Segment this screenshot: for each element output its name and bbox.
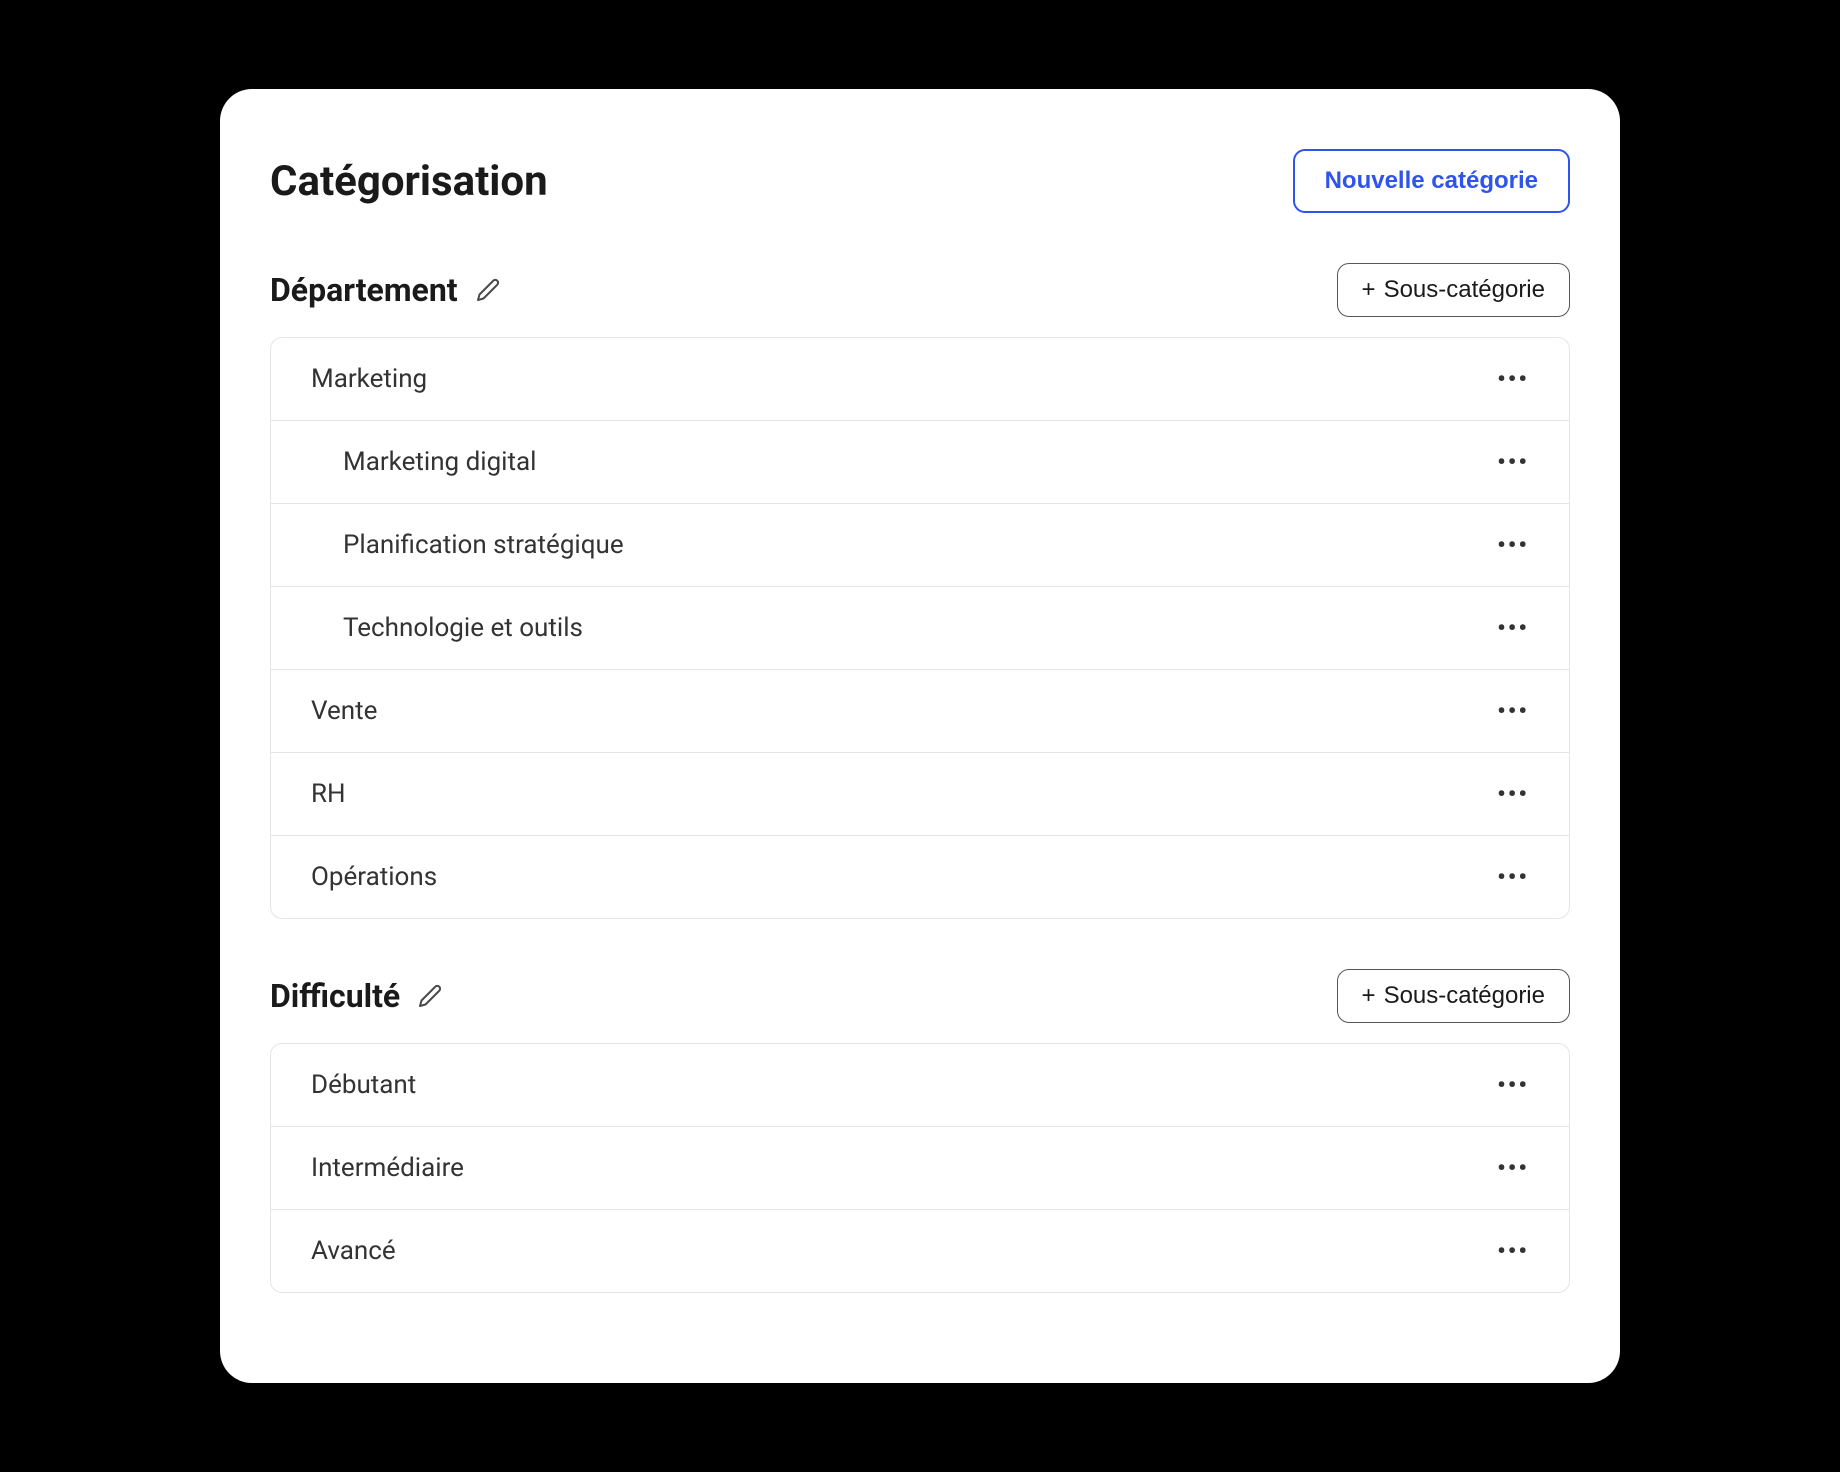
more-icon[interactable]: ••• bbox=[1497, 531, 1529, 559]
list-item-label: Planification stratégique bbox=[343, 530, 624, 560]
categorization-card: Catégorisation Nouvelle catégorie Départ… bbox=[220, 89, 1620, 1383]
add-subcategory-button[interactable]: + Sous-catégorie bbox=[1337, 969, 1570, 1023]
list-item-label: RH bbox=[311, 779, 346, 809]
add-subcategory-label: Sous-catégorie bbox=[1384, 276, 1545, 304]
list-item[interactable]: Avancé ••• bbox=[271, 1210, 1569, 1292]
more-icon[interactable]: ••• bbox=[1497, 1237, 1529, 1265]
list-item-label: Intermédiaire bbox=[311, 1153, 464, 1183]
section-title: Département bbox=[270, 271, 458, 309]
section-title-wrap: Département bbox=[270, 271, 500, 309]
list-item[interactable]: Intermédiaire ••• bbox=[271, 1127, 1569, 1210]
list-item[interactable]: Marketing ••• bbox=[271, 338, 1569, 421]
list-item[interactable]: Marketing digital ••• bbox=[271, 421, 1569, 504]
more-icon[interactable]: ••• bbox=[1497, 863, 1529, 891]
section-title: Difficulté bbox=[270, 977, 400, 1015]
list-item-label: Marketing digital bbox=[343, 447, 536, 477]
list-item[interactable]: Planification stratégique ••• bbox=[271, 504, 1569, 587]
category-list-difficulte: Débutant ••• Intermédiaire ••• Avancé ••… bbox=[270, 1043, 1570, 1293]
list-item-label: Opérations bbox=[311, 862, 437, 892]
new-category-button[interactable]: Nouvelle catégorie bbox=[1293, 149, 1570, 213]
section-header-departement: Département + Sous-catégorie bbox=[270, 263, 1570, 317]
page-title: Catégorisation bbox=[270, 157, 548, 206]
list-item-label: Vente bbox=[311, 696, 377, 726]
plus-icon: + bbox=[1362, 278, 1376, 302]
list-item[interactable]: Débutant ••• bbox=[271, 1044, 1569, 1127]
more-icon[interactable]: ••• bbox=[1497, 1071, 1529, 1099]
more-icon[interactable]: ••• bbox=[1497, 614, 1529, 642]
more-icon[interactable]: ••• bbox=[1497, 1154, 1529, 1182]
list-item-label: Technologie et outils bbox=[343, 613, 583, 643]
category-list-departement: Marketing ••• Marketing digital ••• Plan… bbox=[270, 337, 1570, 919]
section-header-difficulte: Difficulté + Sous-catégorie bbox=[270, 969, 1570, 1023]
add-subcategory-label: Sous-catégorie bbox=[1384, 982, 1545, 1010]
more-icon[interactable]: ••• bbox=[1497, 780, 1529, 808]
list-item-label: Débutant bbox=[311, 1070, 416, 1100]
list-item[interactable]: RH ••• bbox=[271, 753, 1569, 836]
section-title-wrap: Difficulté bbox=[270, 977, 442, 1015]
add-subcategory-button[interactable]: + Sous-catégorie bbox=[1337, 263, 1570, 317]
list-item-label: Marketing bbox=[311, 364, 427, 394]
more-icon[interactable]: ••• bbox=[1497, 697, 1529, 725]
list-item[interactable]: Opérations ••• bbox=[271, 836, 1569, 918]
list-item[interactable]: Technologie et outils ••• bbox=[271, 587, 1569, 670]
edit-icon[interactable] bbox=[418, 984, 442, 1008]
list-item[interactable]: Vente ••• bbox=[271, 670, 1569, 753]
edit-icon[interactable] bbox=[476, 278, 500, 302]
list-item-label: Avancé bbox=[311, 1236, 396, 1266]
more-icon[interactable]: ••• bbox=[1497, 365, 1529, 393]
card-header: Catégorisation Nouvelle catégorie bbox=[270, 149, 1570, 213]
plus-icon: + bbox=[1362, 984, 1376, 1008]
more-icon[interactable]: ••• bbox=[1497, 448, 1529, 476]
